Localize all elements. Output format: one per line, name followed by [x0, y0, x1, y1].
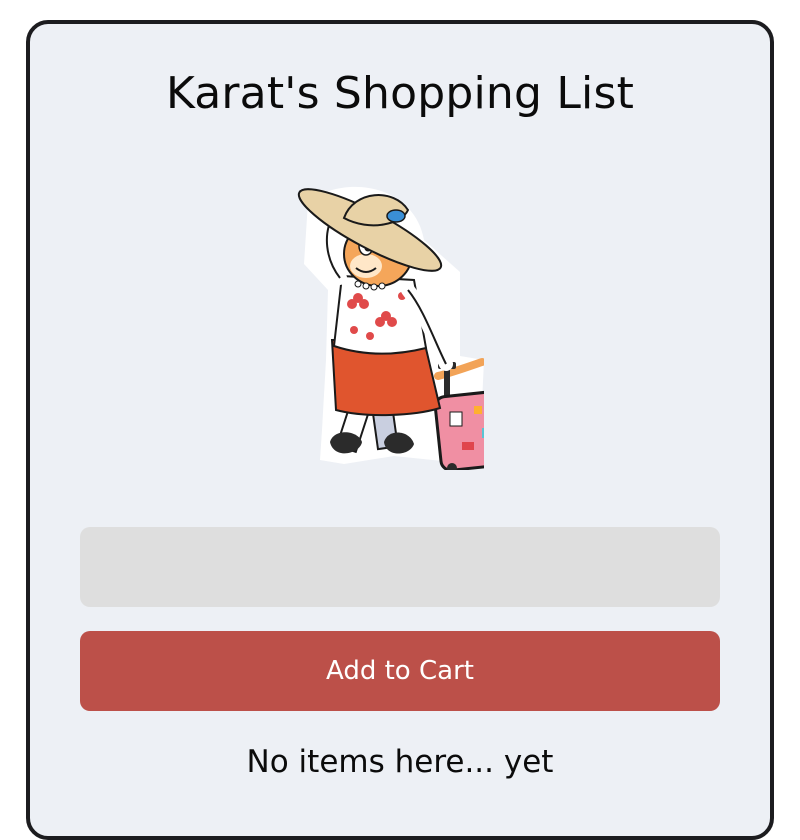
item-input[interactable] — [80, 527, 720, 607]
shopping-list-card: Karat's Shopping List Add to Cart No ite… — [26, 20, 774, 840]
mascot-illustration — [297, 186, 484, 470]
page-title: Karat's Shopping List — [165, 68, 635, 119]
add-to-cart-button[interactable]: Add to Cart — [80, 631, 720, 711]
empty-list-message: No items here... yet — [246, 744, 554, 780]
